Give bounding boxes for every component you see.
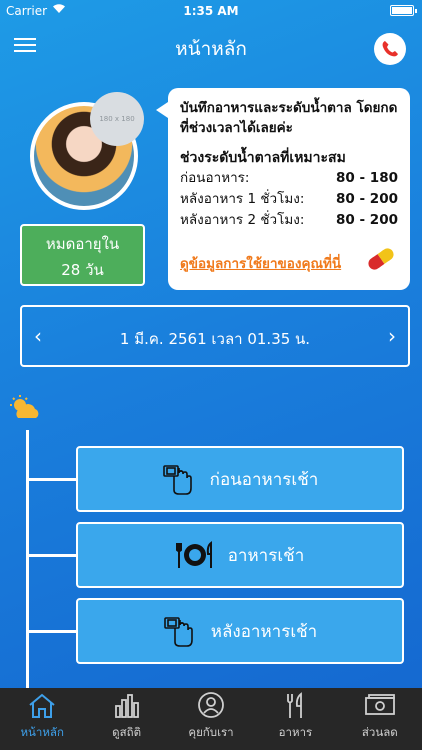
range-value: 80 - 200 <box>336 191 398 207</box>
tab-home[interactable]: หน้าหลัก <box>0 688 84 750</box>
chat-person-icon <box>198 692 224 718</box>
page-title: หน้าหลัก <box>175 38 247 60</box>
expiry-box: หมดอายุใน 28 วัน <box>20 224 145 286</box>
range-label: ก่อนอาหาร: <box>180 170 250 186</box>
tab-bar: หน้าหลัก ดูสถิติ คุยกับเรา อาหาร ส่วนลด <box>0 688 422 750</box>
tab-discount[interactable]: ส่วนลด <box>338 688 422 750</box>
glucose-meter-icon <box>163 617 193 647</box>
money-icon <box>364 694 395 715</box>
status-time: 1:35 AM <box>183 4 239 18</box>
date-selector: ‹ 1 มี.ค. 2561 เวลา 01.35 น. › <box>20 305 410 367</box>
range-value: 80 - 180 <box>336 170 398 186</box>
meal-label: ก่อนอาหารเช้า <box>209 469 319 490</box>
before-breakfast-button[interactable]: ก่อนอาหารเช้า <box>76 446 404 512</box>
tab-food[interactable]: อาหาร <box>253 688 337 750</box>
info-intro: บันทึกอาหารและระดับน้ำตาล โดยกดที่ช่วงเว… <box>180 100 398 136</box>
tab-label: คุยกับเรา <box>188 725 234 739</box>
tab-label: อาหาร <box>278 725 313 739</box>
breakfast-button[interactable]: อาหารเช้า <box>76 522 404 588</box>
expiry-days: 28 วัน <box>61 261 104 279</box>
meal-label: หลังอาหารเช้า <box>210 621 318 642</box>
pill-icon[interactable] <box>364 244 398 274</box>
tab-chat[interactable]: คุยกับเรา <box>169 688 253 750</box>
range-value: 80 - 200 <box>336 212 398 228</box>
tab-label: ดูสถิติ <box>112 725 142 739</box>
range-label: หลังอาหาร 1 ชั่วโมง: <box>180 191 305 207</box>
tab-label: หน้าหลัก <box>20 725 64 739</box>
fork-knife-icon <box>287 692 303 718</box>
expiry-label: หมดอายุใน <box>45 235 120 253</box>
after-breakfast-button[interactable]: หลังอาหารเช้า <box>76 598 404 664</box>
timeline-branch <box>26 478 78 481</box>
bar-chart-icon <box>114 694 139 718</box>
battery-icon <box>390 5 417 16</box>
range-row: หลังอาหาร 1 ชั่วโมง: 80 - 200 <box>180 189 398 210</box>
glucose-meter-icon <box>162 465 192 495</box>
avatar-badge: 180 x 180 <box>90 92 144 146</box>
timeline-branch <box>26 630 78 633</box>
range-title: ช่วงระดับน้ำตาลที่เหมาะสม <box>180 150 346 166</box>
sun-cloud-icon <box>10 395 39 418</box>
medication-row: ดูข้อมูลการใช้ยาของคุณที่นี่ <box>180 248 398 274</box>
next-date-arrow[interactable]: › <box>388 324 396 348</box>
call-button[interactable] <box>374 33 406 65</box>
tab-statistics[interactable]: ดูสถิติ <box>84 688 168 750</box>
meal-label: อาหารเช้า <box>227 545 305 566</box>
status-bar: Carrier 1:35 AM <box>0 0 422 22</box>
info-card: บันทึกอาหารและระดับน้ำตาล โดยกดที่ช่วงเว… <box>156 88 410 290</box>
phone-icon <box>382 41 398 57</box>
tab-label: ส่วนลด <box>361 725 398 739</box>
medication-link[interactable]: ดูข้อมูลการใช้ยาของคุณที่นี่ <box>180 252 341 274</box>
date-text[interactable]: 1 มี.ค. 2561 เวลา 01.35 น. <box>22 327 408 351</box>
timeline-line <box>26 430 29 688</box>
timeline-branch <box>26 554 78 557</box>
home-icon <box>29 693 55 718</box>
range-row: หลังอาหาร 2 ชั่วโมง: 80 - 200 <box>180 210 398 231</box>
range-label: หลังอาหาร 2 ชั่วโมง: <box>180 212 305 228</box>
plate-fork-knife-icon <box>175 540 212 568</box>
range-row: ก่อนอาหาร: 80 - 180 <box>180 168 398 189</box>
